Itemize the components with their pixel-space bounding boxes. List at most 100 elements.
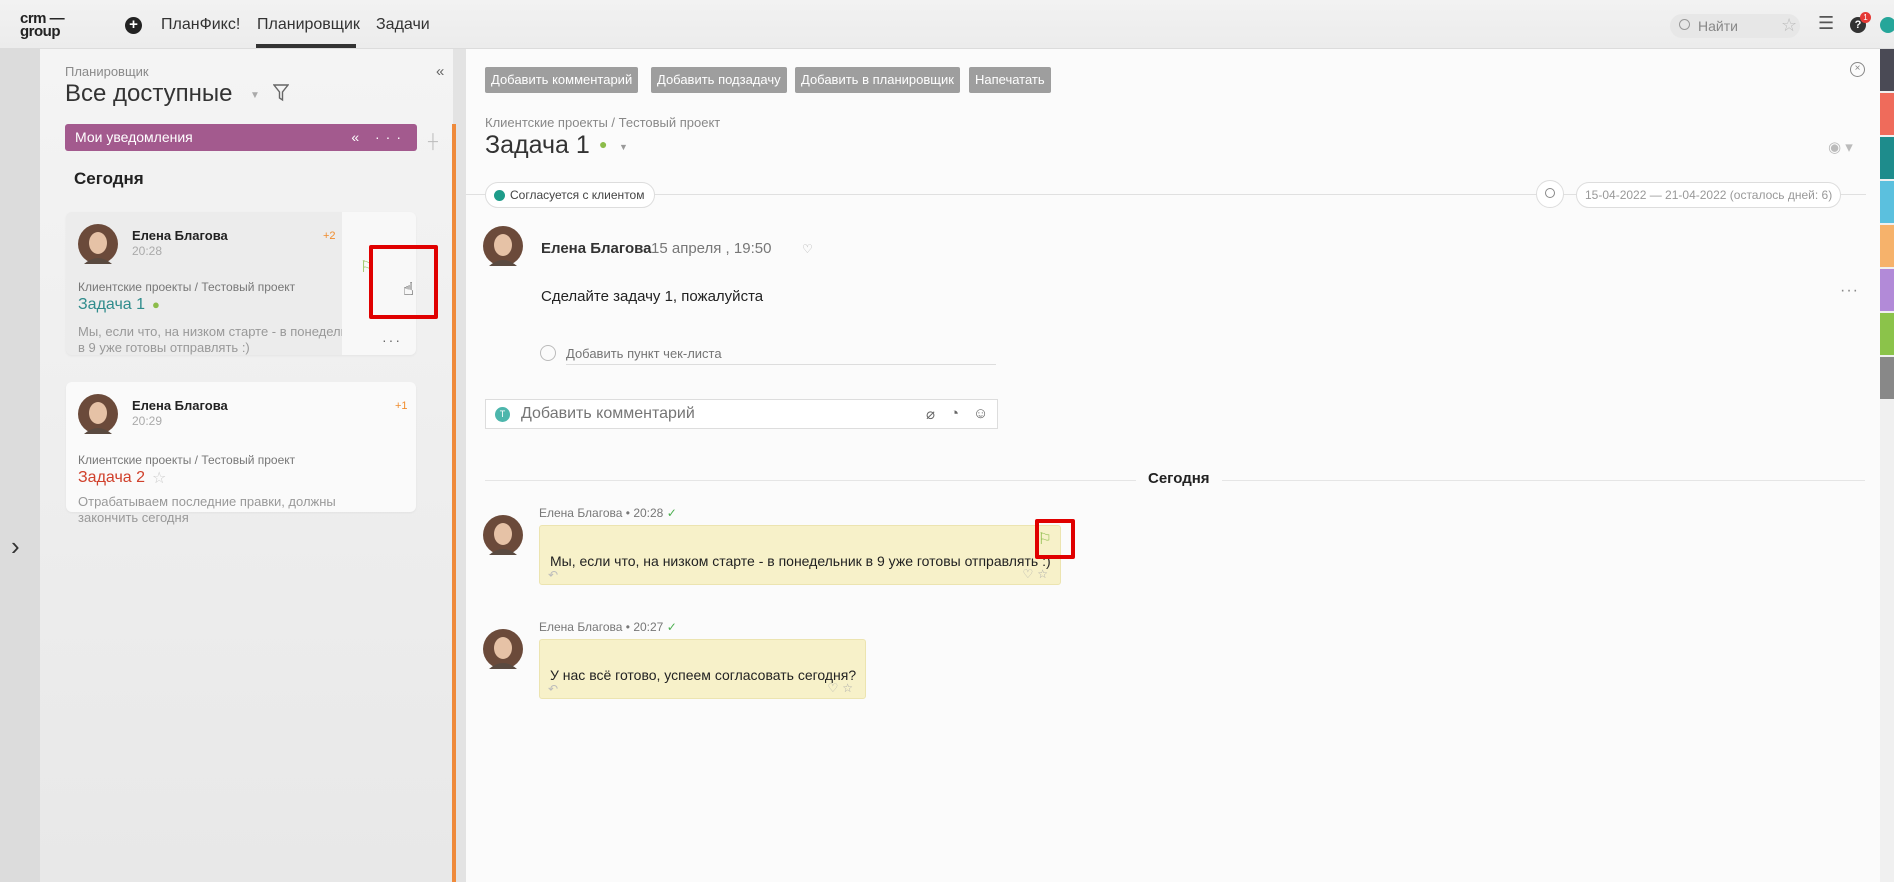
leaf-icon: ●	[599, 136, 608, 152]
notifications-bar[interactable]: Мои уведомления « ···	[65, 124, 417, 151]
message-author[interactable]: Елена Благова	[539, 506, 622, 520]
message-meta: Елена Благова • 20:28 ✓	[539, 506, 677, 520]
notification-badge: 1	[1860, 12, 1871, 23]
message-bubble[interactable]: У нас всё готово, успеем согласовать сег…	[539, 639, 866, 699]
avatar	[78, 224, 118, 264]
sidebar-tab[interactable]	[1880, 181, 1894, 223]
nav-planfix[interactable]: ПланФикс!	[161, 16, 240, 34]
task-search-button[interactable]	[1536, 180, 1564, 208]
notifications-bar-actions[interactable]: « ···	[351, 124, 407, 151]
card-task-title[interactable]: Задача 2	[78, 469, 145, 487]
description-date: 15 апреля , 19:50	[651, 240, 772, 257]
sidebar-tab[interactable]	[1880, 225, 1894, 267]
crm-group-logo[interactable]: crm — group	[20, 11, 78, 40]
nav-active-indicator	[256, 44, 356, 48]
search-placeholder: Найти	[1698, 18, 1738, 34]
task-description: Сделайте задачу 1, пожалуйста	[541, 288, 764, 305]
star-icon[interactable]: ☆	[152, 468, 166, 488]
chevron-down-icon[interactable]: ▼	[619, 142, 628, 152]
sidebar-tab[interactable]	[1880, 269, 1894, 311]
message-actions[interactable]: ♡☆	[827, 681, 857, 695]
add-comment-button[interactable]: Добавить комментарий	[485, 67, 639, 93]
message-bubble[interactable]: ⚐ Мы, если что, на низком старте - в пон…	[539, 525, 1061, 585]
card-project[interactable]: Клиентские проекты / Тестовый проект	[78, 453, 295, 467]
sidebar-tab[interactable]	[1880, 357, 1894, 399]
add-to-planner-button[interactable]: Добавить в планировщик	[795, 67, 960, 93]
nav-planner[interactable]: Планировщик	[257, 16, 360, 34]
status-badge[interactable]: Согласуется с клиентом	[485, 182, 656, 208]
bell-icon[interactable]: ◔	[950, 405, 959, 422]
comment-avatar: T	[495, 407, 510, 422]
avatar	[483, 226, 523, 266]
message-actions[interactable]: ♡☆	[1022, 567, 1052, 581]
card-author: Елена Благова	[132, 398, 228, 413]
reply-icon[interactable]: ↶	[548, 682, 558, 696]
reply-icon[interactable]: ↶	[548, 568, 558, 582]
card-task-title[interactable]: Задача 1	[78, 296, 145, 314]
avatar	[483, 515, 523, 555]
page-title[interactable]: Все доступные	[65, 80, 232, 108]
today-header: Сегодня	[74, 169, 144, 188]
message-time: 20:28	[633, 506, 664, 520]
emoji-icon[interactable]: ☺	[973, 405, 988, 422]
description-author[interactable]: Елена Благова	[541, 240, 651, 257]
checklist-checkbox[interactable]	[540, 345, 556, 361]
eye-icon[interactable]: ◉ ▾	[1828, 138, 1853, 156]
close-icon[interactable]: ×	[1850, 62, 1865, 77]
chevron-right-icon[interactable]: ›	[11, 531, 20, 562]
card-text: Отрабатываем последние правки, должны за…	[78, 494, 336, 525]
splitter-handle[interactable]: ┼	[428, 133, 438, 149]
card-project[interactable]: Клиентские проекты / Тестовый проект	[78, 280, 295, 294]
date-range[interactable]: 15-04-2022 — 21-04-2022 (осталось дней: …	[1576, 182, 1842, 208]
attach-icon[interactable]: ⌀	[926, 405, 935, 423]
sidebar-tab[interactable]	[1880, 93, 1894, 135]
panel-divider[interactable]	[452, 124, 456, 882]
filter-icon[interactable]	[273, 84, 289, 102]
print-button[interactable]: Напечатать	[969, 67, 1051, 93]
user-avatar[interactable]	[1880, 17, 1894, 33]
card-time: 20:29	[132, 414, 163, 428]
avatar	[483, 629, 523, 669]
sidebar-tab[interactable]	[1880, 49, 1894, 91]
cursor-hand-icon: ☝	[403, 279, 414, 299]
sidebar-tab[interactable]	[1880, 137, 1894, 179]
comment-input[interactable]	[521, 403, 901, 425]
add-subtask-button[interactable]: Добавить подзадачу	[651, 67, 787, 93]
search-icon	[1679, 19, 1690, 30]
more-icon[interactable]: ···	[1840, 282, 1859, 300]
star-icon[interactable]: ☆	[1781, 15, 1797, 36]
task-panel: Добавить комментарий Добавить подзадачу …	[466, 49, 1880, 882]
card-author: Елена Благова	[132, 228, 228, 243]
message-time: 20:27	[633, 620, 664, 634]
top-navigation-bar: crm — group + ПланФикс! Планировщик Задач…	[0, 0, 1894, 49]
task-title[interactable]: Задача 1	[485, 131, 590, 160]
checklist-input[interactable]	[566, 343, 996, 365]
status-dot	[494, 190, 505, 201]
left-rail: ›	[0, 49, 40, 882]
planner-panel: Планировщик Все доступные ▼ « Мои уведом…	[40, 49, 453, 882]
highlight-box	[1035, 519, 1075, 559]
search-icon	[1545, 188, 1555, 198]
collapse-icon[interactable]: «	[436, 63, 444, 80]
more-icon[interactable]: ···	[382, 332, 402, 348]
breadcrumb[interactable]: Планировщик	[65, 64, 149, 79]
message-author[interactable]: Елена Благова	[539, 620, 622, 634]
task-breadcrumb[interactable]: Клиентские проекты / Тестовый проект	[485, 115, 720, 130]
right-sidebar-tabs	[1880, 49, 1894, 882]
message-text: У нас всё готово, успеем согласовать сег…	[550, 667, 857, 683]
add-icon[interactable]: +	[125, 17, 142, 34]
notification-card[interactable]: Елена Благова 20:29 +1 Клиентские проект…	[66, 382, 416, 525]
menu-icon[interactable]: ☰	[1818, 13, 1834, 34]
check-icon: ✓	[666, 620, 677, 634]
message-meta: Елена Благова • 20:27 ✓	[539, 620, 677, 634]
comment-input-box[interactable]: T ⌀ ◔ ☺	[485, 399, 998, 429]
card-text: Мы, если что, на низком старте - в понед…	[78, 324, 368, 355]
heart-icon[interactable]: ♡	[802, 242, 813, 256]
card-time: 20:28	[132, 244, 163, 258]
nav-tasks[interactable]: Задачи	[376, 16, 430, 34]
notification-card[interactable]: Елена Благова 20:28 +2 Клиентские проект…	[66, 212, 416, 355]
message-text: Мы, если что, на низком старте - в понед…	[550, 553, 1051, 569]
sidebar-tab[interactable]	[1880, 313, 1894, 355]
card-count-badge: +2	[323, 230, 336, 242]
chevron-down-icon[interactable]: ▼	[250, 90, 260, 101]
